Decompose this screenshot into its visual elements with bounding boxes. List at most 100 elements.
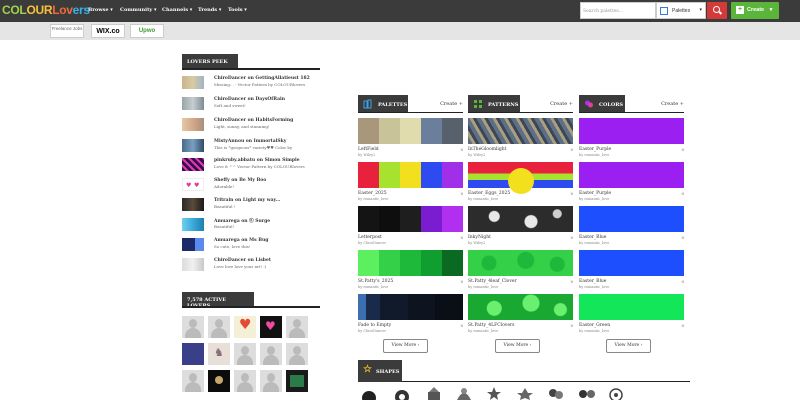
color-author[interactable]: by romantic_love [579, 285, 609, 289]
nav-channels[interactable]: Channels ▾ [162, 7, 192, 13]
palette-author[interactable]: by Wiley2 [358, 153, 375, 157]
color-title[interactable]: Easter_Blue [579, 235, 606, 240]
avatar[interactable] [182, 316, 204, 338]
avatar[interactable]: ♥ [260, 316, 282, 338]
color-card[interactable]: Easter_Green 0 by romantic_love [579, 294, 684, 338]
palette-card[interactable]: LeftField 0 by Wiley2 [358, 118, 463, 162]
palette-author[interactable]: by ChiroDancer [358, 329, 386, 333]
avatar[interactable] [260, 370, 282, 392]
lovers-peek-item[interactable]: ChiroDancer on HabitsForming Light, sunn… [182, 118, 322, 134]
ad-freelance-jobs[interactable]: Freelance Jobs [50, 24, 84, 38]
create-palette-link[interactable]: Create + [440, 101, 463, 107]
shape-thumbnail[interactable] [455, 386, 473, 400]
avatar[interactable] [208, 316, 230, 338]
pattern-author[interactable]: by Wiley2 [468, 241, 485, 245]
avatar[interactable] [286, 316, 308, 338]
shape-thumbnail[interactable] [393, 386, 411, 400]
avatar[interactable] [260, 343, 282, 365]
pattern-title[interactable]: St.Patty_4leaf_Clover [468, 279, 517, 284]
shape-thumbnail[interactable] [485, 386, 503, 400]
ad-wix[interactable]: WIX.co [91, 24, 125, 38]
pattern-card[interactable]: St.Patty_4leaf_Clover 0 by romantic_love [468, 250, 573, 294]
nav-community[interactable]: Community ▾ [120, 7, 157, 13]
palette-title[interactable]: Fade to Empty [358, 323, 391, 328]
avatar[interactable] [182, 343, 204, 365]
color-card[interactable]: Easter_Blue 0 by romantic_love [579, 206, 684, 250]
avatar[interactable]: ♞ [208, 343, 230, 365]
pattern-card[interactable]: Easter_Eggs_2025 0 by romantic_love [468, 162, 573, 206]
search-button[interactable] [707, 2, 727, 19]
palette-card[interactable]: Letterpost 0 by ChiroDancer [358, 206, 463, 250]
palette-title[interactable]: Easter_2025 [358, 191, 387, 196]
palette-card[interactable]: Easter_2025 0 by romantic_love [358, 162, 463, 206]
peek-user[interactable]: ChiroDancer on GettingAllatieust 182 [214, 76, 310, 81]
lovers-peek-item[interactable]: pinkruby.abbatu on Simon Simple Love it … [182, 158, 322, 174]
color-author[interactable]: by romantic_love [579, 329, 609, 333]
pattern-title[interactable]: Easter_Eggs_2025 [468, 191, 510, 196]
colors-tab[interactable]: COLORS [579, 95, 625, 113]
colors-view-more-button[interactable]: View More › [606, 339, 651, 353]
palette-card[interactable]: Fade to Empty 0 by ChiroDancer [358, 294, 463, 338]
shape-thumbnail[interactable] [578, 386, 596, 400]
pattern-title[interactable]: St.Patty_4LFClovers [468, 323, 514, 328]
search-input[interactable]: Search palettes... [580, 2, 656, 19]
create-button[interactable]: + Create ▾ [731, 2, 779, 19]
color-author[interactable]: by romantic_love [579, 241, 609, 245]
color-card[interactable]: Easter_Purple 0 by romantic_love [579, 118, 684, 162]
color-card[interactable]: Easter_Purple 0 by romantic_love [579, 162, 684, 206]
avatar[interactable] [286, 370, 308, 392]
color-title[interactable]: Easter_Blue [579, 279, 606, 284]
ad-upwork[interactable]: Upwo [130, 24, 164, 38]
palettes-view-more-button[interactable]: View More › [383, 339, 428, 353]
patterns-tab[interactable]: PATTERNS [468, 95, 520, 113]
color-title[interactable]: Easter_Green [579, 323, 610, 328]
peek-user[interactable]: MistyAnnou on ImmortalSky [214, 139, 286, 144]
shape-thumbnail[interactable] [516, 386, 534, 400]
avatar[interactable] [234, 370, 256, 392]
create-color-link[interactable]: Create + [661, 101, 684, 107]
peek-user[interactable]: pinkruby.abbatu on Simon Simple [214, 158, 300, 163]
shape-thumbnail[interactable] [425, 386, 443, 400]
search-type-select[interactable]: Palettes ▾ [656, 2, 706, 19]
colourlovers-logo[interactable]: COLOURLovers [2, 3, 90, 17]
lovers-peek-item[interactable]: ♥ ♥ Sheffy on Be My Boo Adorable! [182, 178, 322, 194]
pattern-title[interactable]: InTheGloomlight [468, 147, 506, 152]
palette-author[interactable]: by ChiroDancer [358, 241, 386, 245]
pattern-title[interactable]: InkyNight [468, 235, 491, 240]
peek-user[interactable]: ChiroDancer on HabitsForming [214, 118, 293, 123]
peek-user[interactable]: Sheffy on Be My Boo [214, 178, 266, 183]
peek-user[interactable]: ChiroDancer on DaysOfRain [214, 97, 285, 102]
pattern-author[interactable]: by romantic_love [468, 197, 498, 201]
lovers-peek-item[interactable]: ChiroDancer on DaysOfRain Soft and sweet… [182, 97, 322, 113]
pattern-author[interactable]: by Wiley2 [468, 153, 485, 157]
pattern-card[interactable]: InkyNight 0 by Wiley2 [468, 206, 573, 250]
shape-thumbnail[interactable] [547, 386, 565, 400]
palette-title[interactable]: Letterpost [358, 235, 382, 240]
pattern-card[interactable]: St.Patty_4LFClovers 0 by romantic_love [468, 294, 573, 338]
peek-user[interactable]: Tritrain on Light my way... [214, 198, 280, 203]
create-pattern-link[interactable]: Create + [550, 101, 573, 107]
palette-card[interactable]: St.Patty's_2025 0 by romantic_love [358, 250, 463, 294]
avatar[interactable] [182, 370, 204, 392]
patterns-view-more-button[interactable]: View More › [495, 339, 540, 353]
avatar[interactable] [234, 343, 256, 365]
avatar[interactable]: ♥ [234, 316, 256, 338]
palette-author[interactable]: by romantic_love [358, 197, 388, 201]
color-title[interactable]: Easter_Purple [579, 191, 611, 196]
palette-title[interactable]: LeftField [358, 147, 379, 152]
lovers-peek-item[interactable]: Amuarega on Ms Bug So cute, love this! [182, 238, 322, 254]
color-card[interactable]: Easter_Blue 0 by romantic_love [579, 250, 684, 294]
lovers-peek-item[interactable]: ChiroDancer on GettingAllatieust 182 Mis… [182, 76, 322, 92]
peek-user[interactable]: ChiroDancer on Lisbet [214, 258, 271, 263]
palette-author[interactable]: by romantic_love [358, 285, 388, 289]
pattern-card[interactable]: InTheGloomlight 0 by Wiley2 [468, 118, 573, 162]
lovers-peek-item[interactable]: Amuarega on ⓗ Surge Beautiful! [182, 218, 322, 234]
color-author[interactable]: by romantic_love [579, 197, 609, 201]
lovers-peek-item[interactable]: MistyAnnou on ImmortalSky This is *gorge… [182, 139, 322, 155]
lovers-peek-item[interactable]: ChiroDancer on Lisbet Love love love you… [182, 258, 322, 274]
palette-title[interactable]: St.Patty's_2025 [358, 279, 393, 284]
peek-user[interactable]: Amuarega on Ms Bug [214, 238, 268, 243]
shapes-tab[interactable]: ☆ SHAPES [358, 360, 402, 382]
palettes-tab[interactable]: PALETTES [358, 95, 408, 113]
color-author[interactable]: by romantic_love [579, 153, 609, 157]
